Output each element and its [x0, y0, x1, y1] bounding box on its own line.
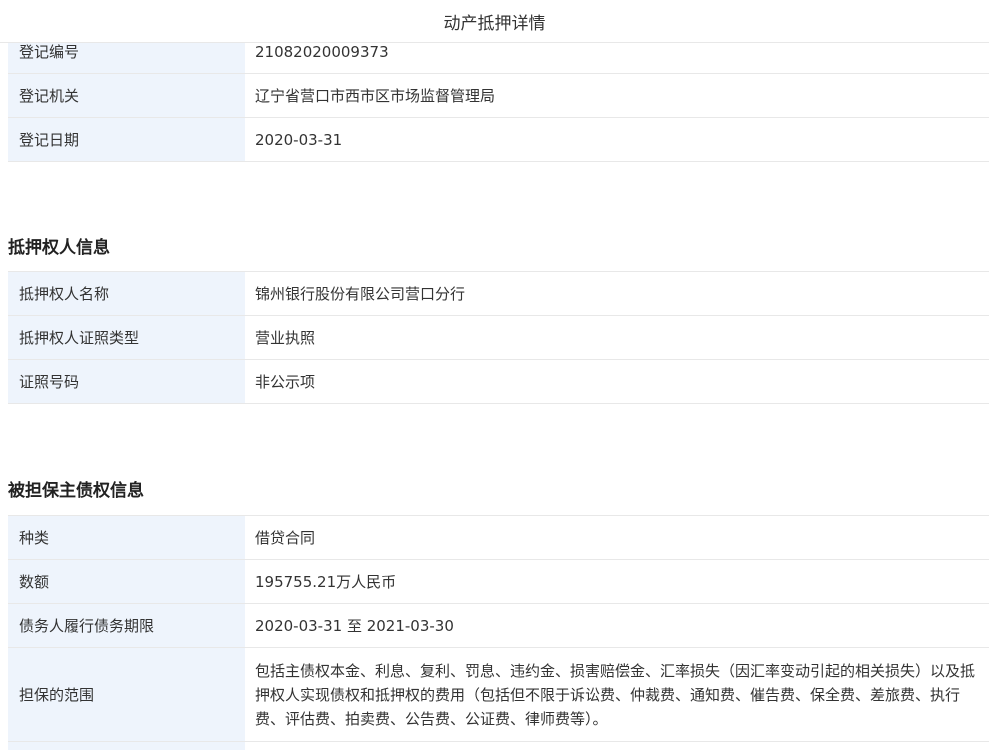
modal-body[interactable]: 登记编号 21082020009373 登记机关 辽宁省营口市西市区市场监督管理… — [0, 0, 989, 750]
registration-table: 登记编号 21082020009373 登记机关 辽宁省营口市西市区市场监督管理… — [8, 29, 989, 162]
table-row: 担保的范围 包括主债权本金、利息、复利、罚息、违约金、损害赔偿金、汇率损失（因汇… — [8, 647, 989, 742]
section-title-secured-claim: 被担保主债权信息 — [8, 481, 144, 501]
row-label: 种类 — [8, 515, 245, 560]
table-row — [8, 741, 989, 750]
row-value: 辽宁省营口市西市区市场监督管理局 — [245, 73, 989, 118]
row-label — [8, 741, 245, 750]
section-title-mortgagee: 抵押权人信息 — [8, 238, 110, 258]
row-label: 登记机关 — [8, 73, 245, 118]
row-label: 担保的范围 — [8, 647, 245, 742]
row-value: 非公示项 — [245, 359, 989, 404]
modal-title: 动产抵押详情 — [443, 13, 546, 34]
table-row: 种类 借贷合同 — [8, 515, 989, 560]
row-label: 数额 — [8, 559, 245, 604]
table-row: 债务人履行债务期限 2020-03-31 至 2021-03-30 — [8, 603, 989, 648]
row-value: 营业执照 — [245, 315, 989, 360]
row-label: 债务人履行债务期限 — [8, 603, 245, 648]
row-value: 借贷合同 — [245, 515, 989, 560]
row-value: 2020-03-31 — [245, 117, 989, 162]
table-row: 证照号码 非公示项 — [8, 359, 989, 404]
row-value: 2020-03-31 至 2021-03-30 — [245, 603, 989, 648]
table-row: 数额 195755.21万人民币 — [8, 559, 989, 604]
row-label: 登记日期 — [8, 117, 245, 162]
table-row: 登记日期 2020-03-31 — [8, 117, 989, 162]
row-value: 锦州银行股份有限公司营口分行 — [245, 271, 989, 316]
table-row: 登记机关 辽宁省营口市西市区市场监督管理局 — [8, 73, 989, 118]
row-label: 抵押权人名称 — [8, 271, 245, 316]
modal-header: 动产抵押详情 — [0, 0, 989, 43]
table-row: 抵押权人证照类型 营业执照 — [8, 315, 989, 360]
secured-claim-table: 种类 借贷合同 数额 195755.21万人民币 债务人履行债务期限 2020-… — [8, 515, 989, 750]
table-row: 抵押权人名称 锦州银行股份有限公司营口分行 — [8, 271, 989, 316]
row-label: 证照号码 — [8, 359, 245, 404]
row-value — [245, 741, 989, 750]
row-value: 195755.21万人民币 — [245, 559, 989, 604]
row-label: 抵押权人证照类型 — [8, 315, 245, 360]
mortgagee-table: 抵押权人名称 锦州银行股份有限公司营口分行 抵押权人证照类型 营业执照 证照号码… — [8, 271, 989, 404]
row-value: 包括主债权本金、利息、复利、罚息、违约金、损害赔偿金、汇率损失（因汇率变动引起的… — [245, 647, 989, 742]
